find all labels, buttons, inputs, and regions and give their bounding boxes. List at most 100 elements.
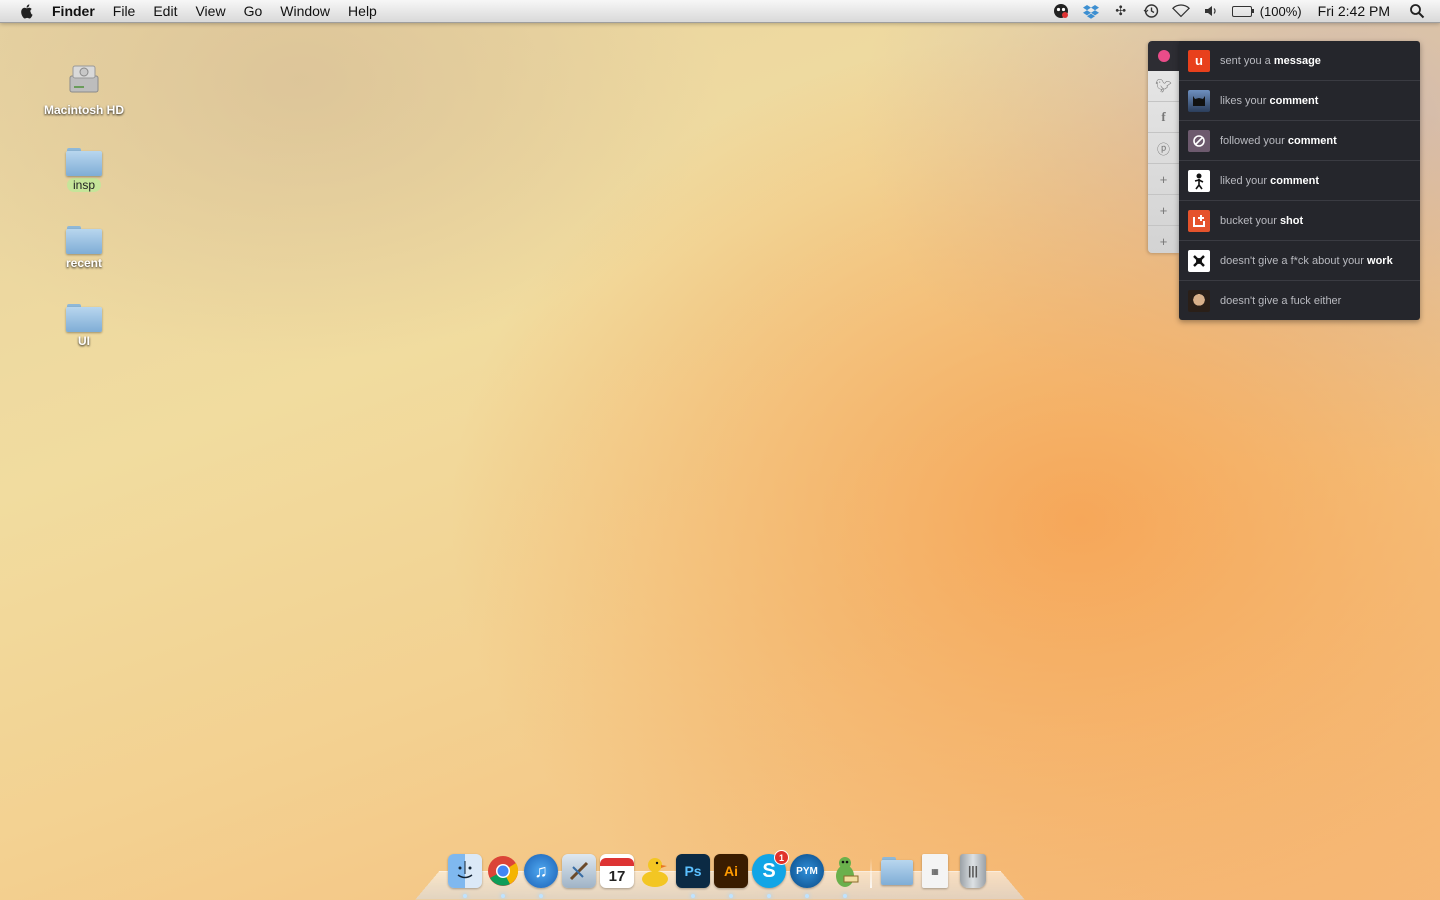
rail-add-2[interactable]: +: [1148, 195, 1179, 226]
skype-unread-badge: 1: [774, 850, 789, 865]
u-logo-icon: u: [1188, 49, 1210, 72]
dock: ♫ 17 Ps Ai S 1 PYM ▦ |||: [446, 848, 992, 898]
dock-photoshop[interactable]: Ps: [676, 854, 710, 898]
skull-avatar-icon: [1188, 249, 1210, 272]
notification-item[interactable]: doesn't give a f*ck about your work: [1179, 241, 1420, 281]
dock-itunes[interactable]: ♫: [524, 854, 558, 898]
notification-item[interactable]: likes your comment: [1179, 81, 1420, 121]
document-icon: ▦: [931, 866, 939, 876]
menu-file[interactable]: File: [104, 0, 145, 22]
calendar-header: [600, 857, 634, 866]
plus-icon: +: [1159, 171, 1168, 187]
illustrator-icon: Ai: [724, 863, 738, 879]
status-area: ✣ (100%) Fri 2:42 PM: [1046, 0, 1440, 22]
battery-indicator[interactable]: (100%): [1231, 3, 1302, 19]
spotlight-search-icon[interactable]: [1408, 2, 1426, 20]
menu-edit[interactable]: Edit: [144, 0, 186, 22]
calendar-icon-date: 17: [608, 867, 626, 885]
dropbox-status-icon[interactable]: [1082, 2, 1100, 20]
desktop-icon-label: insp: [66, 178, 101, 192]
notification-panel: u sent you a message likes your comment …: [1179, 41, 1420, 320]
rail-pinterest[interactable]: ⓟ: [1148, 133, 1179, 164]
folder-icon: [66, 226, 102, 254]
dock-document[interactable]: ▦: [922, 854, 948, 888]
menu-go[interactable]: Go: [235, 0, 272, 22]
photoshop-icon: Ps: [684, 863, 702, 879]
slash-avatar-icon: [1188, 129, 1210, 152]
plus-icon: +: [1159, 202, 1168, 218]
dock-chrome[interactable]: [486, 854, 520, 898]
desktop-icon-label: UI: [78, 334, 90, 348]
notification-text: likes your comment: [1220, 94, 1319, 107]
folder-icon: [881, 857, 913, 885]
adium-icon: [836, 857, 859, 887]
folder-icon: [66, 148, 102, 176]
pinterest-icon: ⓟ: [1156, 141, 1170, 157]
battery-percent: (100%): [1259, 3, 1302, 19]
notification-item[interactable]: liked your comment: [1179, 161, 1420, 201]
notification-item[interactable]: followed your comment: [1179, 121, 1420, 161]
desktop-folder-insp[interactable]: insp: [29, 148, 139, 194]
notification-text: doesn't give a fuck either: [1220, 294, 1342, 307]
dock-calendar[interactable]: 17: [600, 854, 634, 888]
menu-app-finder[interactable]: Finder: [52, 0, 104, 22]
notification-text: liked your comment: [1220, 174, 1320, 187]
finder-icon: [457, 861, 473, 879]
apple-menu-icon[interactable]: [18, 2, 36, 20]
menubar-clock[interactable]: Fri 2:42 PM: [1318, 3, 1390, 19]
dock-cyberduck[interactable]: [638, 854, 672, 888]
wifi-icon[interactable]: [1171, 2, 1190, 20]
rail-add-1[interactable]: +: [1148, 164, 1179, 195]
pym-icon: PYM: [796, 865, 818, 877]
skype-icon: S: [762, 859, 776, 882]
desktop-icon-label: recent: [65, 256, 103, 270]
notification-item[interactable]: bucket your shot: [1179, 201, 1420, 241]
dock-skype[interactable]: S 1: [752, 850, 789, 898]
menu-window[interactable]: Window: [271, 0, 339, 22]
desktop-icon-macintosh-hd[interactable]: Macintosh HD: [29, 62, 139, 119]
dock-folder-stack[interactable]: [880, 854, 914, 888]
menu-bar: Finder File Edit View Go Window Help ✣ (…: [0, 0, 1440, 23]
notification-text: sent you a message: [1220, 54, 1321, 67]
rail-add-3[interactable]: +: [1148, 226, 1179, 256]
dock-trash[interactable]: |||: [960, 854, 986, 888]
dribbble-icon: [1157, 50, 1170, 62]
facebook-icon: f: [1161, 109, 1166, 124]
menu-help[interactable]: Help: [339, 0, 386, 22]
dock-separator: [870, 858, 872, 888]
trash-icon: |||: [967, 864, 979, 878]
notification-source-rail: 🐦︎ f ⓟ + + +: [1148, 41, 1179, 253]
duck-icon: [642, 858, 668, 887]
notification-text: bucket your shot: [1220, 214, 1304, 227]
rail-dribbble[interactable]: [1148, 41, 1179, 71]
desktop-icon-label: Macintosh HD: [43, 103, 124, 117]
folder-icon: [66, 304, 102, 332]
dock-adium[interactable]: [828, 854, 862, 898]
adium-status-icon[interactable]: [1052, 2, 1070, 20]
bluetooth-sync-icon[interactable]: ✣: [1112, 2, 1130, 20]
preview-icon: [569, 861, 589, 881]
rail-twitter[interactable]: 🐦︎: [1148, 71, 1179, 102]
desktop-folder-recent[interactable]: recent: [29, 226, 139, 272]
photo-avatar-icon: [1188, 289, 1210, 312]
hard-drive-icon: [69, 65, 99, 93]
volume-icon[interactable]: [1202, 2, 1220, 20]
dock-finder[interactable]: [448, 854, 482, 898]
dock-pym[interactable]: PYM: [790, 854, 824, 898]
chrome-icon: [488, 856, 519, 886]
batman-avatar-icon: [1188, 89, 1210, 112]
notification-item[interactable]: doesn't give a fuck either: [1179, 281, 1420, 320]
desktop-folder-ui[interactable]: UI: [29, 304, 139, 350]
notification-text: followed your comment: [1220, 134, 1337, 147]
menu-view[interactable]: View: [186, 0, 234, 22]
dock-preview[interactable]: [562, 854, 596, 888]
itunes-icon: ♫: [534, 860, 548, 881]
twitter-icon: 🐦︎: [1155, 78, 1172, 93]
battery-icon: [1231, 5, 1254, 17]
notification-text: doesn't give a f*ck about your work: [1220, 254, 1393, 267]
time-machine-icon[interactable]: [1142, 2, 1160, 20]
rail-facebook[interactable]: f: [1148, 102, 1179, 133]
bucket-avatar-icon: [1188, 209, 1210, 232]
notification-item[interactable]: u sent you a message: [1179, 41, 1420, 81]
dock-illustrator[interactable]: Ai: [714, 854, 748, 898]
